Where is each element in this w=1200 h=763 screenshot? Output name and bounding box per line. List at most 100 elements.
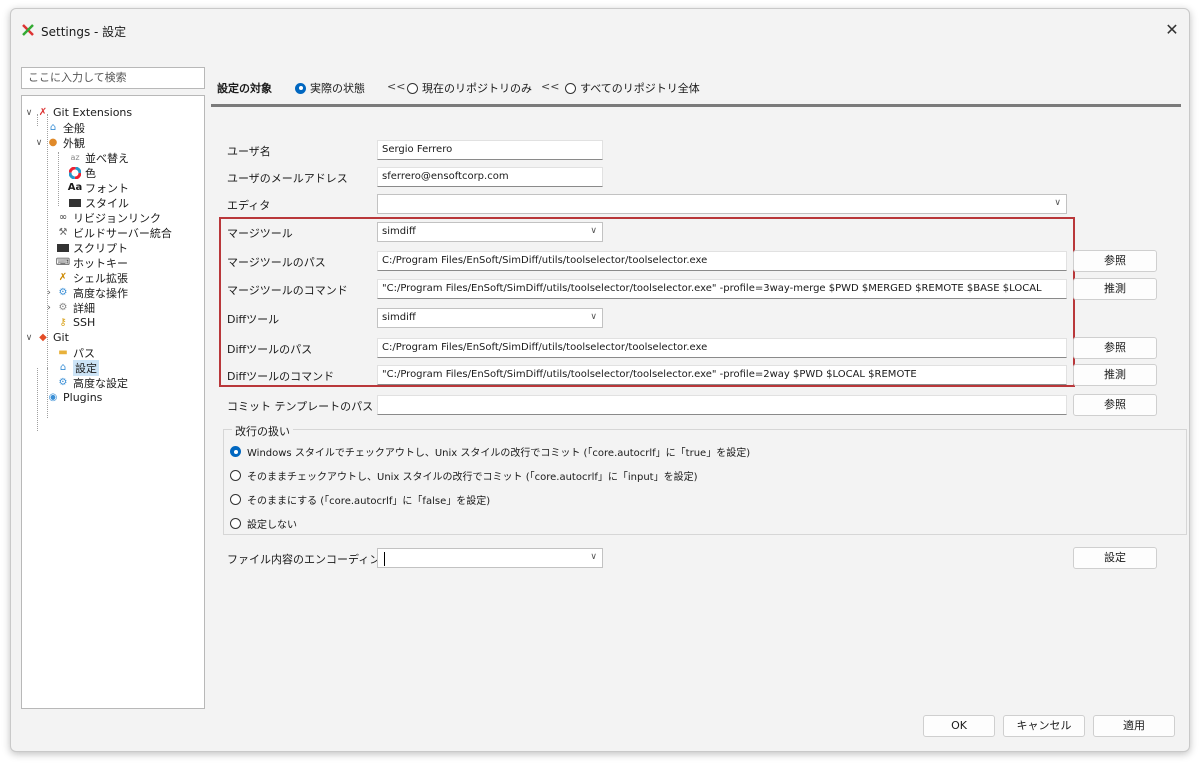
difftool-guess-button[interactable]: 推測: [1073, 364, 1157, 386]
chevron-down-icon[interactable]: ∨: [590, 312, 597, 322]
build-icon: ⚒: [58, 227, 68, 238]
tree-line: [58, 152, 59, 206]
plugin-icon: ◉: [48, 392, 58, 403]
tree-item-build-server[interactable]: ⚒ ビルドサーバー統合: [54, 225, 172, 240]
difftool-label: Diffツール: [227, 313, 280, 326]
editor-combo[interactable]: ∨: [377, 194, 1067, 214]
tree-item-git[interactable]: ∨ ◆ Git: [24, 330, 69, 345]
ok-button[interactable]: OK: [923, 715, 995, 737]
radio-selected-icon[interactable]: [295, 82, 306, 94]
username-label: ユーザ名: [227, 145, 271, 158]
autocrlf-input-radio[interactable]: そのままチェックアウトし、Unix スタイルの改行でコミット (「core.au…: [230, 468, 698, 483]
radio-selected-icon[interactable]: [230, 446, 241, 457]
close-icon[interactable]: ✕: [1163, 21, 1181, 39]
encoding-set-button[interactable]: 設定: [1073, 547, 1157, 569]
tree-item-font[interactable]: Aa フォント: [66, 180, 129, 195]
mergetool-browse-button[interactable]: 参照: [1073, 250, 1157, 272]
tree-item-shell-ext[interactable]: ✗ シェル拡張: [54, 270, 128, 285]
tree-item-advanced-ops[interactable]: › ⚙ 高度な操作: [44, 285, 128, 300]
tree-item-details[interactable]: › ⚙ 詳細: [44, 300, 95, 315]
tree-item-git-extensions[interactable]: ∨ ✗ Git Extensions: [24, 105, 132, 120]
difftool-browse-button[interactable]: 参照: [1073, 337, 1157, 359]
scope-global-radio[interactable]: すべてのリポジトリ全体: [565, 80, 700, 96]
editor-label: エディタ: [227, 199, 271, 212]
cancel-button[interactable]: キャンセル: [1003, 715, 1085, 737]
line-endings-title: 改行の扱い: [232, 423, 293, 439]
radio-icon[interactable]: [230, 470, 241, 481]
git-extensions-logo-icon: [22, 24, 34, 36]
mergetool-path-label: マージツールのパス: [227, 256, 326, 269]
difftool-path-field[interactable]: C:/Program Files/EnSoft/SimDiff/utils/to…: [377, 338, 1067, 358]
chevron-down-icon[interactable]: ∨: [1054, 198, 1061, 208]
scope-effective-radio[interactable]: 実際の状態: [295, 80, 365, 96]
encoding-combo[interactable]: ∨: [377, 548, 603, 568]
chevron-down-icon[interactable]: ∨: [590, 226, 597, 236]
chevron-right-icon[interactable]: ›: [44, 303, 54, 313]
font-icon: Aa: [67, 182, 83, 193]
link-icon: ∞: [58, 212, 68, 223]
chevron-down-icon[interactable]: ∨: [24, 333, 34, 343]
tree-item-hotkeys[interactable]: ⌨ ホットキー: [54, 255, 128, 270]
tree-item-color[interactable]: 色: [66, 165, 96, 180]
settings-tree: ∨ ✗ Git Extensions ⌂ 全般 ∨ ● 外観 az 並べ替え 色…: [21, 95, 205, 709]
git-extensions-logo-icon: ✗: [38, 107, 48, 118]
title-bar: Settings - 設定 ✕: [11, 9, 1189, 51]
radio-icon[interactable]: [230, 494, 241, 505]
settings-window: Settings - 設定 ✕ ∨ ✗ Git Extensions ⌂ 全般 …: [10, 8, 1190, 752]
mergetool-path-field[interactable]: C:/Program Files/EnSoft/SimDiff/utils/to…: [377, 251, 1067, 271]
gear-icon: ⚙: [58, 302, 68, 313]
window-title: Settings - 設定: [41, 25, 127, 39]
username-field[interactable]: Sergio Ferrero: [377, 140, 603, 160]
tree-item-ssh[interactable]: ⚷ SSH: [54, 315, 95, 330]
radio-icon[interactable]: [230, 518, 241, 529]
mergetool-combo[interactable]: simdiff ∨: [377, 222, 603, 242]
scope-separator: <<: [541, 80, 560, 93]
tree-item-scripts[interactable]: スクリプト: [54, 240, 128, 255]
difftool-combo[interactable]: simdiff ∨: [377, 308, 603, 328]
palette-icon: ●: [48, 137, 58, 148]
commit-template-field[interactable]: [377, 395, 1067, 415]
autocrlf-false-radio[interactable]: そのままにする (「core.autocrlf」に「false」を設定): [230, 492, 490, 507]
tree-item-advanced-settings[interactable]: ⚙ 高度な設定: [54, 375, 128, 390]
tree-item-settings[interactable]: ⌂ 設定: [54, 359, 99, 376]
advanced-tools-icon: ⚙: [58, 377, 68, 388]
scope-separator: <<: [387, 80, 406, 93]
tree-line: [37, 368, 38, 431]
commit-template-label: コミット テンプレートのパス: [227, 400, 374, 413]
tree-item-plugins[interactable]: ◉ Plugins: [44, 390, 103, 405]
highlight-box: [219, 217, 1075, 387]
radio-icon[interactable]: [407, 82, 418, 94]
email-field[interactable]: sferrero@ensoftcorp.com: [377, 167, 603, 187]
chevron-down-icon[interactable]: ∨: [34, 138, 44, 148]
difftool-cmd-label: Diffツールのコマンド: [227, 370, 335, 383]
radio-icon[interactable]: [565, 82, 576, 94]
tree-item-revision-links[interactable]: ∞ リビジョンリンク: [54, 210, 161, 225]
mergetool-label: マージツール: [227, 227, 293, 240]
difftool-path-label: Diffツールのパス: [227, 343, 313, 356]
window-style-icon: [68, 197, 82, 209]
apply-button[interactable]: 適用: [1093, 715, 1175, 737]
commit-template-browse-button[interactable]: 参照: [1073, 394, 1157, 416]
difftool-cmd-field[interactable]: "C:/Program Files/EnSoft/SimDiff/utils/t…: [377, 365, 1067, 385]
tree-item-appearance[interactable]: ∨ ● 外観: [34, 135, 85, 150]
tree-item-style[interactable]: スタイル: [66, 195, 129, 210]
sort-icon: az: [70, 153, 80, 162]
autocrlf-unset-radio[interactable]: 設定しない: [230, 516, 297, 531]
git-logo-icon: ◆: [39, 332, 47, 343]
autocrlf-true-radio[interactable]: Windows スタイルでチェックアウトし、Unix スタイルの改行でコミット …: [230, 444, 750, 459]
search-input[interactable]: [21, 67, 205, 89]
tree-item-path[interactable]: ▬ パス: [54, 345, 95, 360]
tree-item-general[interactable]: ⌂ 全般: [44, 120, 85, 135]
mergetool-cmd-field[interactable]: "C:/Program Files/EnSoft/SimDiff/utils/t…: [377, 279, 1067, 299]
house-icon: ⌂: [49, 122, 57, 133]
encoding-label: ファイル内容のエンコーディング: [227, 553, 392, 566]
keyboard-icon: ⌨: [55, 257, 71, 268]
scope-title: 設定の対象: [217, 82, 272, 95]
key-icon: ⚷: [59, 317, 67, 328]
chevron-down-icon[interactable]: ∨: [590, 552, 597, 562]
chevron-down-icon[interactable]: ∨: [24, 108, 34, 118]
mergetool-guess-button[interactable]: 推測: [1073, 278, 1157, 300]
chevron-right-icon[interactable]: ›: [44, 288, 54, 298]
tree-item-sort[interactable]: az 並べ替え: [66, 150, 129, 165]
scope-local-radio[interactable]: 現在のリポジトリのみ: [407, 80, 532, 96]
